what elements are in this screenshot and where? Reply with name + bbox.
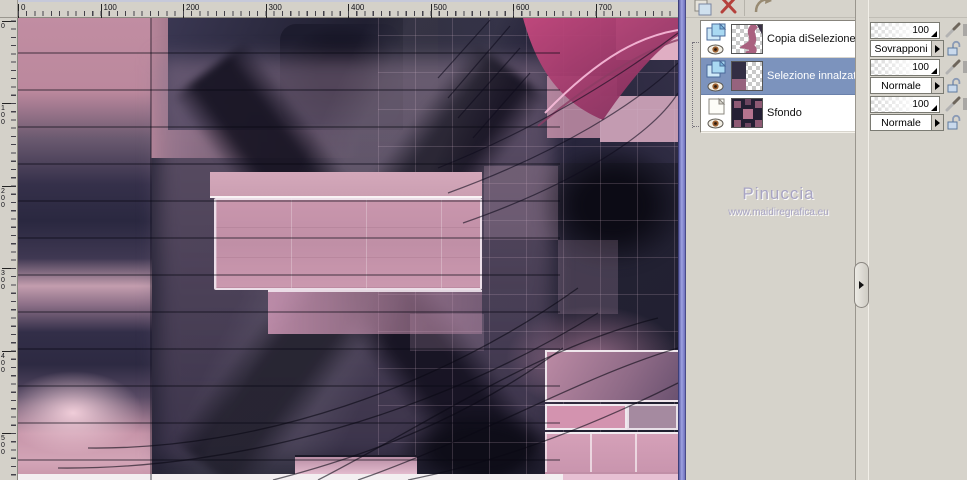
psp-application-window: 0 100 200 300 400 500 600 700 0 100 200 …	[0, 0, 967, 480]
layer-row-copia[interactable]: Copia diSelezione inna	[701, 21, 857, 58]
slider-handle-icon[interactable]	[931, 68, 937, 74]
chevron-right-icon	[935, 44, 940, 53]
raster-layer-icon	[706, 22, 728, 46]
slider-handle-icon[interactable]	[931, 105, 937, 111]
visibility-eye-icon[interactable]	[707, 81, 724, 95]
ruler-tick-label: 500	[1, 433, 16, 456]
art-region	[545, 432, 678, 472]
brush-link-icon[interactable]	[945, 96, 963, 115]
blend-mode-select[interactable]: Normale	[870, 77, 932, 94]
new-layer-icon[interactable]	[692, 0, 714, 16]
raster-layer-icon	[706, 59, 728, 83]
palette-splitter[interactable]	[855, 0, 869, 480]
ruler-tick-label: 200	[1, 185, 16, 209]
unlocked-padlock-icon[interactable]	[946, 77, 962, 97]
ruler-tick-label: 700	[595, 3, 612, 18]
opacity-slider[interactable]: 100	[870, 22, 940, 39]
clipped-icon	[963, 24, 967, 36]
layer-name: Copia diSelezione inna	[767, 33, 857, 45]
art-region	[545, 350, 678, 402]
watermark: Pinuccia www.maidiregrafica.eu	[696, 184, 861, 218]
layer-row-sfondo[interactable]: Sfondo	[701, 95, 857, 132]
toolbar-separator	[744, 0, 745, 16]
clipped-icon	[963, 61, 967, 73]
ruler-tick-label: 500	[430, 3, 447, 18]
ruler-tick-label: 300	[265, 3, 282, 18]
ruler-tick-label: 0	[1, 20, 16, 30]
ruler-tick-label: 100	[100, 3, 117, 18]
ruler-tick-label: 300	[1, 268, 16, 291]
canvas-artwork[interactable]	[18, 18, 678, 480]
clipped-icon	[963, 98, 967, 110]
ruler-tick-label: 200	[183, 3, 199, 18]
ruler-tick-label: 100	[1, 103, 16, 126]
slider-handle-icon[interactable]	[931, 31, 937, 37]
layer-properties-column: 100 Sovrapponi 100 Normale 100 Normale	[870, 0, 967, 480]
art-region	[268, 290, 482, 334]
opacity-slider[interactable]: 100	[870, 59, 940, 76]
blend-mode-dropdown-button[interactable]	[932, 77, 944, 94]
chevron-right-icon	[859, 281, 864, 289]
layer-name: Sfondo	[767, 107, 802, 119]
vertical-ruler[interactable]: 0 100 200 300 400 500	[0, 18, 18, 480]
opacity-slider[interactable]: 100	[870, 96, 940, 113]
window-border	[678, 0, 686, 480]
art-region	[545, 404, 627, 430]
brush-link-icon[interactable]	[945, 59, 963, 78]
layer-row-selezione[interactable]: Selezione innalzata	[701, 58, 857, 95]
blend-mode-dropdown-button[interactable]	[932, 40, 944, 57]
layer-group-bracket	[692, 42, 700, 128]
layer-name: Selezione innalzata	[767, 70, 857, 82]
ruler-corner	[0, 0, 18, 18]
visibility-eye-icon[interactable]	[707, 44, 724, 58]
horizontal-ruler[interactable]: 0 100 200 300 400 500 600 700	[18, 0, 678, 18]
unlocked-padlock-icon[interactable]	[946, 40, 962, 60]
blend-mode-select[interactable]: Normale	[870, 114, 932, 131]
watermark-name: Pinuccia	[742, 184, 815, 203]
ruler-tick-label: 600	[513, 3, 529, 18]
delete-layer-icon[interactable]	[718, 0, 740, 16]
ruler-tick-label: 400	[348, 3, 364, 18]
layers-list: Copia diSelezione inna Selezione innalza…	[700, 20, 858, 133]
art-region	[627, 404, 678, 430]
edit-selection-icon[interactable]	[752, 0, 774, 16]
art-region	[210, 172, 482, 198]
chevron-right-icon	[935, 118, 940, 127]
layer-thumbnail[interactable]	[731, 24, 763, 54]
ruler-tick-label: 400	[1, 350, 16, 374]
brush-link-icon[interactable]	[945, 22, 963, 41]
splitter-handle[interactable]	[854, 262, 869, 308]
layers-palette: Copia diSelezione inna Selezione innalza…	[686, 0, 967, 480]
background-layer-icon	[706, 97, 728, 120]
blend-mode-dropdown-button[interactable]	[932, 114, 944, 131]
chevron-right-icon	[935, 81, 940, 90]
blend-mode-select[interactable]: Sovrapponi	[870, 40, 932, 57]
layer-thumbnail[interactable]	[731, 98, 763, 128]
watermark-site: www.maidiregrafica.eu	[728, 207, 829, 218]
visibility-eye-icon[interactable]	[707, 118, 724, 132]
ruler-tick-label: 0	[18, 3, 25, 18]
unlocked-padlock-icon[interactable]	[946, 114, 962, 134]
layer-thumbnail[interactable]	[731, 61, 763, 91]
art-region	[563, 474, 678, 480]
art-region	[18, 474, 563, 480]
art-region	[214, 198, 482, 290]
